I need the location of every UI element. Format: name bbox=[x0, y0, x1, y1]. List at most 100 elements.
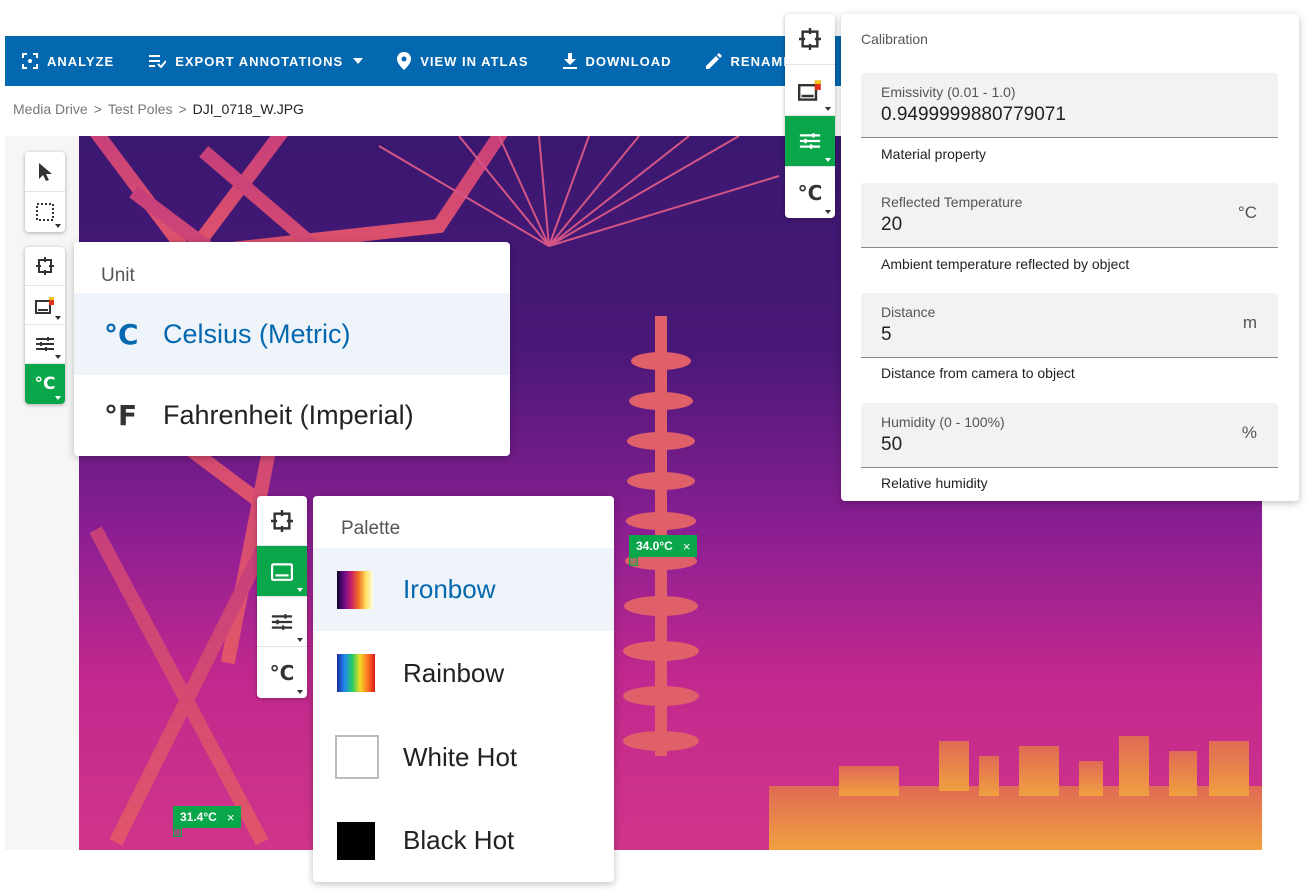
spot-measure-button[interactable] bbox=[25, 247, 65, 286]
dropdown-caret-icon bbox=[55, 396, 61, 400]
breadcrumb-separator: > bbox=[93, 101, 102, 117]
chevron-down-icon bbox=[353, 58, 364, 64]
breadcrumb-item-current-file: DJI_0718_W.JPG bbox=[192, 101, 304, 117]
unit-menu: Unit °C Celsius (Metric) °F Fahrenheit (… bbox=[74, 242, 510, 456]
temperature-value: 34.0°C bbox=[636, 539, 673, 553]
temperature-marker-label[interactable]: 31.4°C × bbox=[173, 806, 242, 828]
humidity-field[interactable]: Humidity (0 - 100%) % bbox=[861, 403, 1278, 468]
breadcrumb-item-media-drive[interactable]: Media Drive bbox=[13, 101, 88, 117]
palette-menu-title: Palette bbox=[341, 518, 401, 539]
palette-button[interactable] bbox=[785, 65, 835, 116]
dropdown-caret-icon bbox=[825, 158, 831, 162]
dropdown-caret-icon bbox=[825, 107, 831, 111]
palette-icon bbox=[271, 563, 293, 581]
sliders-icon bbox=[271, 613, 293, 630]
celsius-icon: °C bbox=[797, 180, 823, 205]
calibration-panel: Calibration Emissivity (0.01 - 1.0) Mate… bbox=[841, 14, 1299, 501]
pencil-icon bbox=[705, 53, 722, 69]
palette-option-ironbow[interactable]: Ironbow bbox=[313, 548, 614, 631]
dropdown-caret-icon bbox=[297, 588, 303, 592]
rename-label: RENAME bbox=[730, 53, 793, 69]
reflected-temperature-field[interactable]: Reflected Temperature °C bbox=[861, 183, 1278, 248]
palette-icon bbox=[35, 297, 54, 314]
distance-field[interactable]: Distance m bbox=[861, 293, 1278, 358]
dropdown-caret-icon bbox=[825, 210, 831, 214]
close-icon[interactable]: × bbox=[227, 810, 235, 825]
download-label: DOWNLOAD bbox=[585, 53, 672, 69]
download-icon bbox=[562, 53, 577, 69]
emissivity-input[interactable] bbox=[881, 104, 1211, 126]
field-helper-text: Distance from camera to object bbox=[881, 365, 1075, 381]
image-viewport-margin bbox=[5, 136, 79, 850]
view-in-atlas-label: VIEW IN ATLAS bbox=[420, 53, 529, 69]
unit-button[interactable]: °C bbox=[257, 647, 307, 698]
calibration-button[interactable] bbox=[785, 116, 835, 167]
unit-option-label: Celsius (Metric) bbox=[163, 318, 351, 349]
close-icon[interactable]: × bbox=[683, 539, 691, 554]
dropdown-caret-icon bbox=[297, 690, 303, 694]
temperature-spot-marker[interactable] bbox=[629, 557, 638, 566]
export-annotations-button[interactable]: EXPORT ANNOTATIONS bbox=[131, 36, 380, 86]
palette-option-label: Black Hot bbox=[403, 825, 515, 855]
pointer-tool-button[interactable] bbox=[25, 152, 65, 192]
field-helper-text: Material property bbox=[881, 146, 987, 162]
crosshair-frame-icon bbox=[799, 28, 821, 50]
unit-option-celsius[interactable]: °C Celsius (Metric) bbox=[74, 293, 510, 375]
download-button[interactable]: DOWNLOAD bbox=[546, 36, 689, 86]
reflected-temperature-input[interactable] bbox=[881, 214, 1211, 236]
palette-option-label: Ironbow bbox=[403, 574, 496, 604]
dropdown-caret-icon bbox=[55, 316, 61, 320]
celsius-icon: °C bbox=[34, 374, 56, 394]
spot-measure-button[interactable] bbox=[257, 496, 307, 546]
palette-option-rainbow[interactable]: Rainbow bbox=[313, 631, 614, 715]
ironbow-swatch-icon bbox=[337, 570, 373, 609]
palette-button[interactable] bbox=[257, 546, 307, 597]
view-in-atlas-button[interactable]: VIEW IN ATLAS bbox=[380, 36, 545, 86]
spot-measure-button[interactable] bbox=[785, 14, 835, 65]
temperature-value: 31.4°C bbox=[180, 810, 217, 824]
field-unit: °C bbox=[1237, 203, 1257, 222]
distance-input[interactable] bbox=[881, 324, 1211, 346]
sliders-icon bbox=[36, 337, 54, 351]
unit-button[interactable]: °C bbox=[25, 364, 65, 404]
sliders-icon bbox=[799, 133, 821, 149]
calibration-title: Calibration bbox=[861, 31, 928, 47]
temperature-spot-marker[interactable] bbox=[173, 828, 182, 837]
fahrenheit-symbol-icon: °F bbox=[104, 399, 138, 432]
dropdown-caret-icon bbox=[297, 638, 303, 642]
celsius-icon: °C bbox=[269, 660, 295, 685]
thermal-viewer-app: ANALYZE EXPORT ANNOTATIONS VIEW IN ATLAS… bbox=[0, 0, 1312, 896]
thermal-tool-group-middle: °C bbox=[257, 496, 307, 698]
analyze-icon bbox=[22, 53, 38, 69]
top-toolbar: ANALYZE EXPORT ANNOTATIONS VIEW IN ATLAS… bbox=[5, 36, 841, 86]
palette-button[interactable] bbox=[25, 286, 65, 325]
dropdown-caret-icon bbox=[55, 224, 61, 228]
field-helper-text: Relative humidity bbox=[881, 475, 988, 491]
cursor-arrow-icon bbox=[39, 162, 52, 181]
box-select-tool-button[interactable] bbox=[25, 192, 65, 232]
unit-option-label: Fahrenheit (Imperial) bbox=[163, 400, 414, 430]
emissivity-field[interactable]: Emissivity (0.01 - 1.0) bbox=[861, 73, 1278, 138]
black-hot-swatch-icon bbox=[337, 821, 375, 860]
breadcrumb-separator: > bbox=[178, 101, 187, 117]
unit-menu-title: Unit bbox=[101, 265, 135, 286]
temperature-marker-label[interactable]: 34.0°C × bbox=[629, 535, 698, 557]
field-unit: % bbox=[1241, 423, 1257, 442]
analyze-label: ANALYZE bbox=[47, 53, 115, 69]
unit-option-fahrenheit[interactable]: °F Fahrenheit (Imperial) bbox=[74, 375, 510, 456]
breadcrumb-item-test-poles[interactable]: Test Poles bbox=[108, 101, 173, 117]
dropdown-caret-icon bbox=[55, 355, 61, 359]
analyze-button[interactable]: ANALYZE bbox=[5, 36, 131, 86]
field-label: Emissivity (0.01 - 1.0) bbox=[881, 84, 1016, 100]
palette-option-white-hot[interactable]: White Hot bbox=[313, 715, 614, 799]
map-pin-icon bbox=[397, 52, 412, 70]
palette-option-label: Rainbow bbox=[403, 657, 505, 688]
palette-option-black-hot[interactable]: Black Hot bbox=[313, 799, 614, 882]
calibration-button[interactable] bbox=[25, 325, 65, 364]
rainbow-swatch-icon bbox=[337, 654, 375, 692]
unit-button[interactable]: °C bbox=[785, 167, 835, 218]
humidity-input[interactable] bbox=[881, 434, 1211, 456]
dashed-rectangle-icon bbox=[36, 203, 54, 221]
palette-icon bbox=[798, 80, 821, 101]
calibration-button[interactable] bbox=[257, 597, 307, 647]
